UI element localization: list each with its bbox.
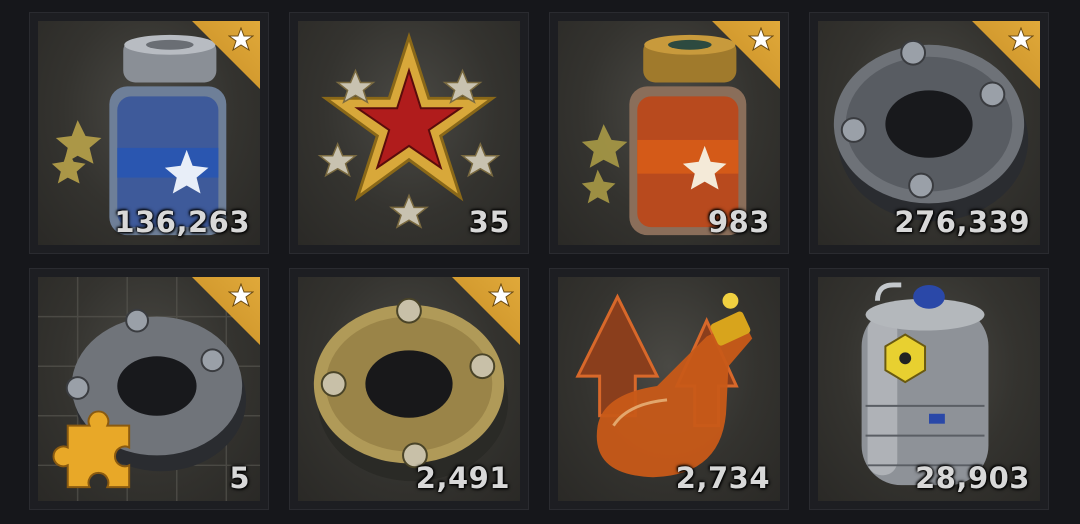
inventory-grid: 136,263 35 983 276,339 5 2,491 2,734 28,… (29, 12, 1049, 510)
inventory-slot-8[interactable]: 28,903 (809, 268, 1049, 510)
inventory-slot-2[interactable]: 35 (289, 12, 529, 254)
item-card[interactable]: 2,734 (558, 277, 780, 501)
inventory-slot-1[interactable]: 136,263 (29, 12, 269, 254)
badge-emblem-icon (488, 283, 514, 308)
badge-emblem-icon (1008, 27, 1034, 52)
item-card[interactable]: 5 (38, 277, 260, 501)
item-card[interactable]: 983 (558, 21, 780, 245)
inventory-slot-4[interactable]: 276,339 (809, 12, 1049, 254)
inventory-slot-3[interactable]: 983 (549, 12, 789, 254)
inventory-slot-5[interactable]: 5 (29, 268, 269, 510)
item-count: 5 (229, 461, 250, 495)
item-count: 2,491 (415, 461, 510, 495)
item-count: 35 (468, 205, 510, 239)
item-count: 276,339 (894, 205, 1030, 239)
badge-emblem-icon (748, 27, 774, 52)
item-card[interactable]: 28,903 (818, 277, 1040, 501)
item-count: 983 (707, 205, 770, 239)
item-count: 136,263 (114, 205, 250, 239)
item-count: 28,903 (915, 461, 1030, 495)
item-card[interactable]: 276,339 (818, 21, 1040, 245)
badge-emblem-icon (228, 283, 254, 308)
inventory-slot-6[interactable]: 2,491 (289, 268, 529, 510)
badge-emblem-icon (228, 27, 254, 52)
inventory-slot-7[interactable]: 2,734 (549, 268, 789, 510)
item-card[interactable]: 136,263 (38, 21, 260, 245)
item-card[interactable]: 2,491 (298, 277, 520, 501)
item-count: 2,734 (675, 461, 770, 495)
item-card[interactable]: 35 (298, 21, 520, 245)
